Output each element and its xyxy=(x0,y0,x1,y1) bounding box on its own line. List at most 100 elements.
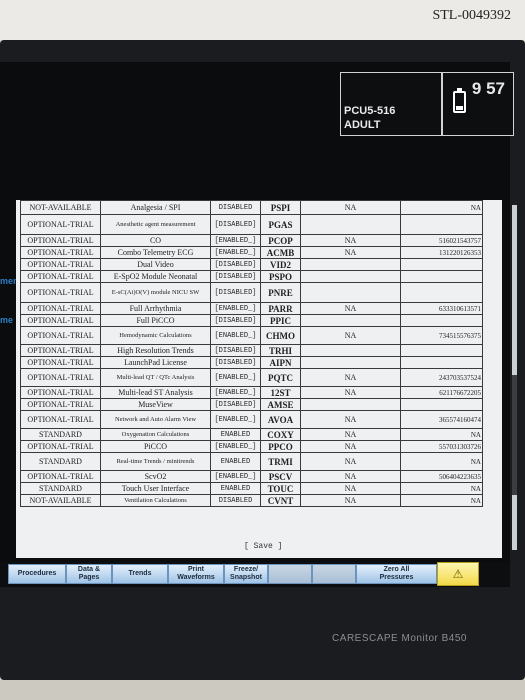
table-cell-state: [ENABLED_] xyxy=(210,470,261,483)
table-cell-code: AIPN xyxy=(260,356,301,369)
table-row: OPTIONAL-TRIAL PiCCO [ENABLED_] PPCO NA 55703… xyxy=(20,440,483,453)
table-cell-status: STANDARD xyxy=(20,482,101,495)
table-cell-feature: ScvO2 xyxy=(100,470,211,483)
table-cell-c6 xyxy=(400,398,483,411)
table-cell-feature: Hemodynamic Calculations xyxy=(100,326,211,345)
table-cell-state: [ENABLED_] xyxy=(210,302,261,315)
table-cell-c5 xyxy=(300,214,401,235)
table-cell-c5 xyxy=(300,282,401,303)
table-cell-feature: CO xyxy=(100,234,211,247)
table-cell-state: ENABLED xyxy=(210,428,261,441)
table-cell-c6: NA xyxy=(400,494,483,507)
table-row: OPTIONAL-TRIAL CO [ENABLED_] PCOP NA 51602154… xyxy=(20,234,483,247)
table-cell-c5: NA xyxy=(300,234,401,247)
trends-button[interactable]: Trends xyxy=(112,564,168,584)
table-row: OPTIONAL-TRIAL Hemodynamic Calculations [E… xyxy=(20,326,483,345)
table-cell-c6: 131220126353 xyxy=(400,246,483,259)
table-row: OPTIONAL-TRIAL MuseView [DISABLED] AMSE xyxy=(20,398,483,411)
table-cell-status: OPTIONAL-TRIAL xyxy=(20,282,101,303)
data-pages-button[interactable]: Data & Pages xyxy=(66,564,112,584)
menu-button-blank-1[interactable] xyxy=(268,564,312,584)
table-row: OPTIONAL-TRIAL Full Arrhythmia [ENABLED_] P… xyxy=(20,302,483,315)
table-cell-c5 xyxy=(300,314,401,327)
table-cell-c6: 365574160474 xyxy=(400,410,483,429)
table-cell-feature: Oxygenation Calculations xyxy=(100,428,211,441)
table-cell-c6: NA xyxy=(400,482,483,495)
alarm-button[interactable]: ⚠ xyxy=(437,562,479,586)
table-cell-state: [ENABLED_] xyxy=(210,326,261,345)
table-cell-status: OPTIONAL-TRIAL xyxy=(20,398,101,411)
table-cell-status: OPTIONAL-TRIAL xyxy=(20,470,101,483)
table-cell-feature: PiCCO xyxy=(100,440,211,453)
table-row: STANDARD Real-time Trends / minitrends ENA… xyxy=(20,452,483,471)
table-cell-c5: NA xyxy=(300,386,401,399)
table-cell-feature: Network and Auto Alarm View xyxy=(100,410,211,429)
table-row: NOT-AVAILABLE Ventilation Calculations DIS… xyxy=(20,494,483,507)
table-cell-code: PSCV xyxy=(260,470,301,483)
table-cell-state: [ENABLED_] xyxy=(210,368,261,387)
table-cell-code: PSPO xyxy=(260,270,301,283)
table-row: OPTIONAL-TRIAL Multi-lead QT / QTc Analys… xyxy=(20,368,483,387)
table-cell-c6: 243703537524 xyxy=(400,368,483,387)
table-cell-state: [ENABLED_] xyxy=(210,410,261,429)
table-cell-feature: Combo Telemetry ECG xyxy=(100,246,211,259)
table-cell-c5: NA xyxy=(300,440,401,453)
software-license-panel: NOT-AVAILABLE Analgesia / SPI DISABLED PSPI… xyxy=(16,200,502,558)
print-waveforms-button[interactable]: Print Waveforms xyxy=(168,564,224,584)
table-cell-code: PPIC xyxy=(260,314,301,327)
table-cell-c5: NA xyxy=(300,452,401,471)
table-cell-c5: NA xyxy=(300,428,401,441)
table-cell-c5: NA xyxy=(300,200,401,215)
table-cell-c6 xyxy=(400,214,483,235)
left-edge-label-2: me xyxy=(0,315,14,325)
table-cell-c5 xyxy=(300,356,401,369)
monitor-base xyxy=(0,680,525,700)
procedures-button[interactable]: Procedures xyxy=(8,564,66,584)
table-cell-state: [ENABLED_] xyxy=(210,440,261,453)
table-cell-c6 xyxy=(400,314,483,327)
table-cell-code: TOUC xyxy=(260,482,301,495)
table-cell-code: ACMB xyxy=(260,246,301,259)
menu-button-blank-2[interactable] xyxy=(312,564,356,584)
bottom-menu-bar: Procedures Data & Pages Trends Print Wav… xyxy=(0,562,510,586)
asset-tag-text: STL-0049392 xyxy=(432,8,511,23)
table-cell-code: VID2 xyxy=(260,258,301,271)
table-cell-c6 xyxy=(400,258,483,271)
table-cell-code: COXY xyxy=(260,428,301,441)
table-cell-c6 xyxy=(400,344,483,357)
patient-info-box[interactable]: PCU5-516 ADULT xyxy=(340,72,442,136)
table-cell-status: OPTIONAL-TRIAL xyxy=(20,214,101,235)
table-cell-state: ENABLED xyxy=(210,452,261,471)
table-cell-code: 12ST xyxy=(260,386,301,399)
table-cell-code: TRHI xyxy=(260,344,301,357)
table-scrollbar[interactable] xyxy=(512,205,517,550)
table-cell-c5: NA xyxy=(300,326,401,345)
table-cell-state: [DISABLED] xyxy=(210,344,261,357)
table-cell-status: OPTIONAL-TRIAL xyxy=(20,356,101,369)
table-row: OPTIONAL-TRIAL LaunchPad License [DISABLED… xyxy=(20,356,483,369)
table-cell-status: STANDARD xyxy=(20,428,101,441)
save-button[interactable]: [ Save ] xyxy=(244,542,282,551)
table-row: STANDARD Oxygenation Calculations ENABLED C… xyxy=(20,428,483,441)
table-row: STANDARD Touch User Interface ENABLED TOUC N… xyxy=(20,482,483,495)
battery-icon xyxy=(453,88,466,113)
table-cell-code: PPCO xyxy=(260,440,301,453)
table-cell-c6 xyxy=(400,356,483,369)
table-cell-state: [ENABLED_] xyxy=(210,246,261,259)
table-cell-code: AVOA xyxy=(260,410,301,429)
table-cell-code: PCOP xyxy=(260,234,301,247)
table-row: OPTIONAL-TRIAL ScvO2 [ENABLED_] PSCV NA 50640… xyxy=(20,470,483,483)
table-cell-status: OPTIONAL-TRIAL xyxy=(20,410,101,429)
table-cell-code: PSPI xyxy=(260,200,301,215)
patient-location: PCU5-516 xyxy=(344,105,396,117)
table-cell-c6 xyxy=(400,282,483,303)
table-cell-c5: NA xyxy=(300,246,401,259)
scrollbar-thumb[interactable] xyxy=(512,375,517,495)
table-cell-feature: Full Arrhythmia xyxy=(100,302,211,315)
table-cell-status: NOT-AVAILABLE xyxy=(20,200,101,215)
zero-all-pressures-button[interactable]: Zero All Pressures xyxy=(356,564,437,584)
freeze-snapshot-button[interactable]: Freeze/ Snapshot xyxy=(224,564,268,584)
table-cell-status: OPTIONAL-TRIAL xyxy=(20,368,101,387)
table-cell-c6: NA xyxy=(400,452,483,471)
table-cell-c5 xyxy=(300,258,401,271)
